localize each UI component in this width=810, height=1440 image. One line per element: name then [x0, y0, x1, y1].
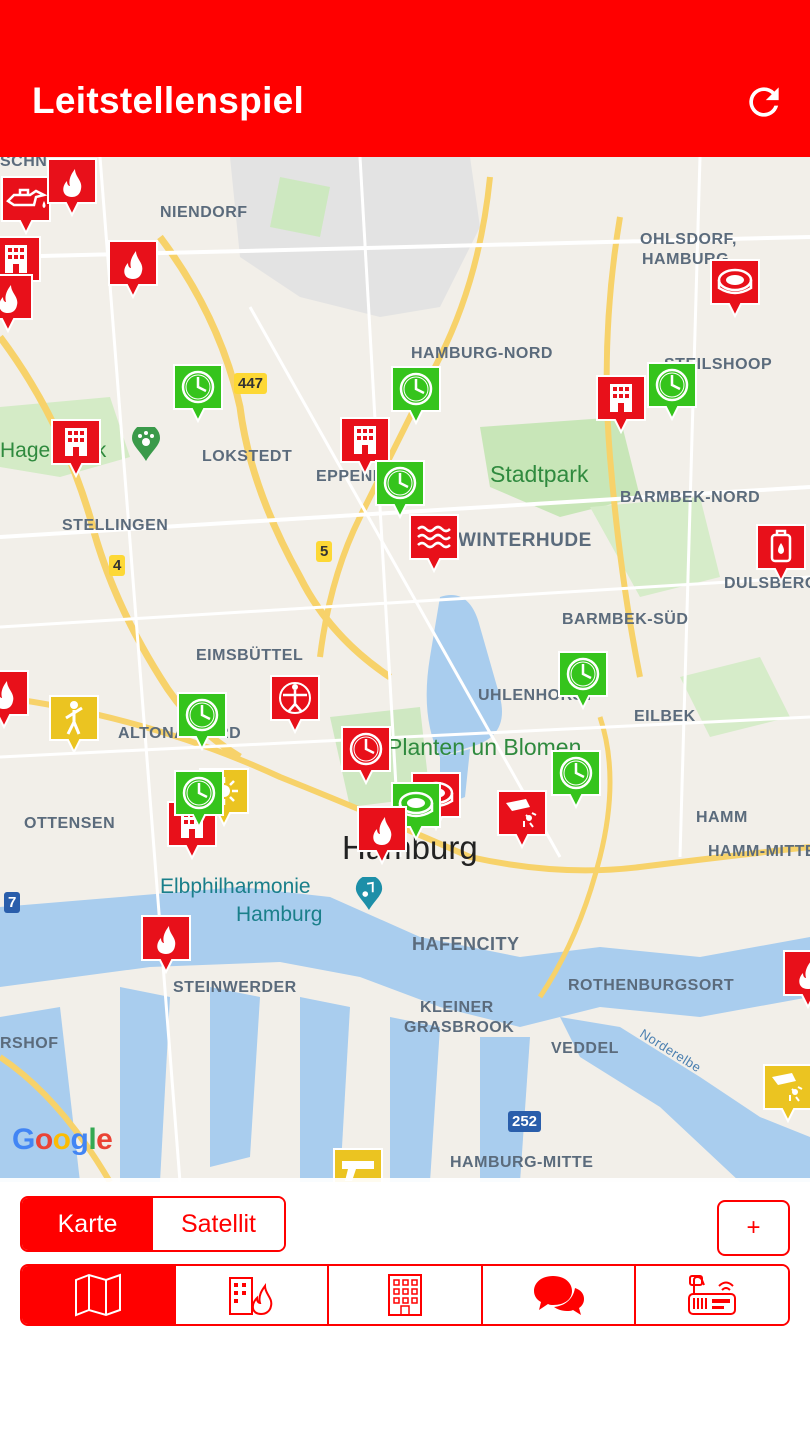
radio-icon [688, 1275, 737, 1315]
marker-fire-icon[interactable] [0, 273, 34, 333]
label-steinwerder: STEINWERDER [173, 979, 297, 996]
app-bar: Leitstellenspiel [0, 0, 810, 157]
label-schnelsen: SCHN [0, 157, 48, 170]
marker-building-icon[interactable] [595, 374, 647, 434]
tab-missions[interactable] [175, 1266, 330, 1324]
label-elbphilharmonie: Elbphilharmonie [160, 875, 311, 898]
label-veddel: VEDDEL [551, 1040, 619, 1057]
marker-vitruvian-icon[interactable] [269, 674, 321, 734]
label-ohlsdorf: OHLSDORF, [640, 231, 737, 248]
marker-stadium-icon[interactable] [709, 258, 761, 318]
marker-water-icon[interactable] [408, 513, 460, 573]
app-title: Leitstellenspiel [32, 80, 305, 121]
road-shield-4: 4 [109, 555, 126, 576]
marker-building-icon[interactable] [50, 418, 102, 478]
label-kleiner: KLEINER [420, 999, 494, 1016]
label-eilbek: EILBEK [634, 708, 696, 725]
refresh-icon[interactable] [742, 80, 786, 124]
chat-icon [533, 1276, 584, 1315]
road-shield-5: 5 [316, 541, 333, 562]
map-icon [74, 1273, 121, 1317]
label-hamburg-nord: HAMBURG-NORD [411, 345, 553, 362]
marker-hazard-icon[interactable] [496, 789, 548, 849]
marker-canister-icon[interactable] [755, 523, 807, 583]
bottom-tab-bar [20, 1264, 790, 1326]
marker-clock-icon[interactable] [646, 361, 698, 421]
marker-clock-icon[interactable] [173, 769, 225, 829]
marker-fire-icon[interactable] [107, 239, 159, 299]
label-barmbek-nord: BARMBEK-NORD [620, 489, 761, 506]
label-rothenburgsort: ROTHENBURGSORT [568, 977, 735, 994]
label-hamburg-mitte: HAMBURG-MITTE [450, 1154, 594, 1171]
road-shield-447: 447 [234, 373, 268, 394]
label-barmbek-sued: BARMBEK-SÜD [562, 611, 689, 628]
marker-person-icon[interactable] [48, 694, 100, 754]
marker-gun-icon[interactable] [332, 1147, 384, 1182]
label-stadtpark: Stadtpark [490, 461, 589, 487]
label-elbphilharmonie-hamburg: Hamburg [236, 903, 323, 926]
marker-clock-icon[interactable] [340, 725, 392, 785]
marker-clock-icon[interactable] [172, 363, 224, 423]
building-icon [387, 1274, 422, 1316]
label-winterhude: WINTERHUDE [458, 530, 592, 551]
marker-fire-icon[interactable] [140, 914, 192, 974]
label-grasbrook: GRASBROOK [404, 1019, 515, 1036]
tab-radio[interactable] [636, 1266, 788, 1324]
google-logo: Google [12, 1123, 113, 1156]
label-niendorf: NIENDORF [160, 204, 248, 221]
marker-fire-icon[interactable] [46, 157, 98, 217]
marker-fire-icon[interactable] [0, 669, 30, 729]
label-hafencity: HAFENCITY [412, 934, 520, 954]
road-shield-7: 7 [4, 892, 21, 913]
label-hamm: HAMM [696, 809, 748, 826]
zoo-paw-icon [132, 427, 160, 461]
building-fire-icon [229, 1277, 273, 1316]
music-venue-icon [355, 877, 383, 910]
label-ottensen: OTTENSEN [24, 815, 116, 832]
map-type-satellit-button[interactable]: Satellit [153, 1198, 284, 1250]
label-stellingen: STELLINGEN [62, 517, 169, 534]
label-lokstedt: LOKSTEDT [202, 448, 293, 465]
marker-hazard-icon[interactable] [762, 1063, 810, 1123]
map-type-karte-button[interactable]: Karte [22, 1198, 153, 1250]
marker-clock-icon[interactable] [374, 459, 426, 519]
label-eimsbuettel: EIMSBÜTTEL [196, 647, 304, 664]
add-button[interactable]: + [717, 1200, 790, 1256]
tab-map[interactable] [22, 1266, 176, 1324]
marker-fire-icon[interactable] [782, 949, 810, 1009]
marker-clock-icon[interactable] [390, 365, 442, 425]
map-type-toggle: Karte Satellit [20, 1196, 286, 1252]
marker-clock-icon[interactable] [557, 650, 609, 710]
marker-clock-icon[interactable] [550, 749, 602, 809]
marker-oil-icon[interactable] [0, 175, 52, 235]
road-shield-252: 252 [508, 1111, 542, 1132]
label-hamm-mitte: HAMM-MITTE [708, 843, 810, 860]
marker-clock-icon[interactable] [176, 691, 228, 751]
marker-fire-icon[interactable] [356, 805, 408, 865]
tab-buildings[interactable] [329, 1266, 483, 1324]
map-view[interactable]: SCHN NIENDORF OHLSDORF, HAMBURG HAMBURG-… [0, 157, 810, 1182]
tab-chat[interactable] [482, 1266, 637, 1324]
map-controls: Karte Satellit + [0, 1178, 810, 1333]
label-rshof: RSHOF [0, 1035, 59, 1052]
